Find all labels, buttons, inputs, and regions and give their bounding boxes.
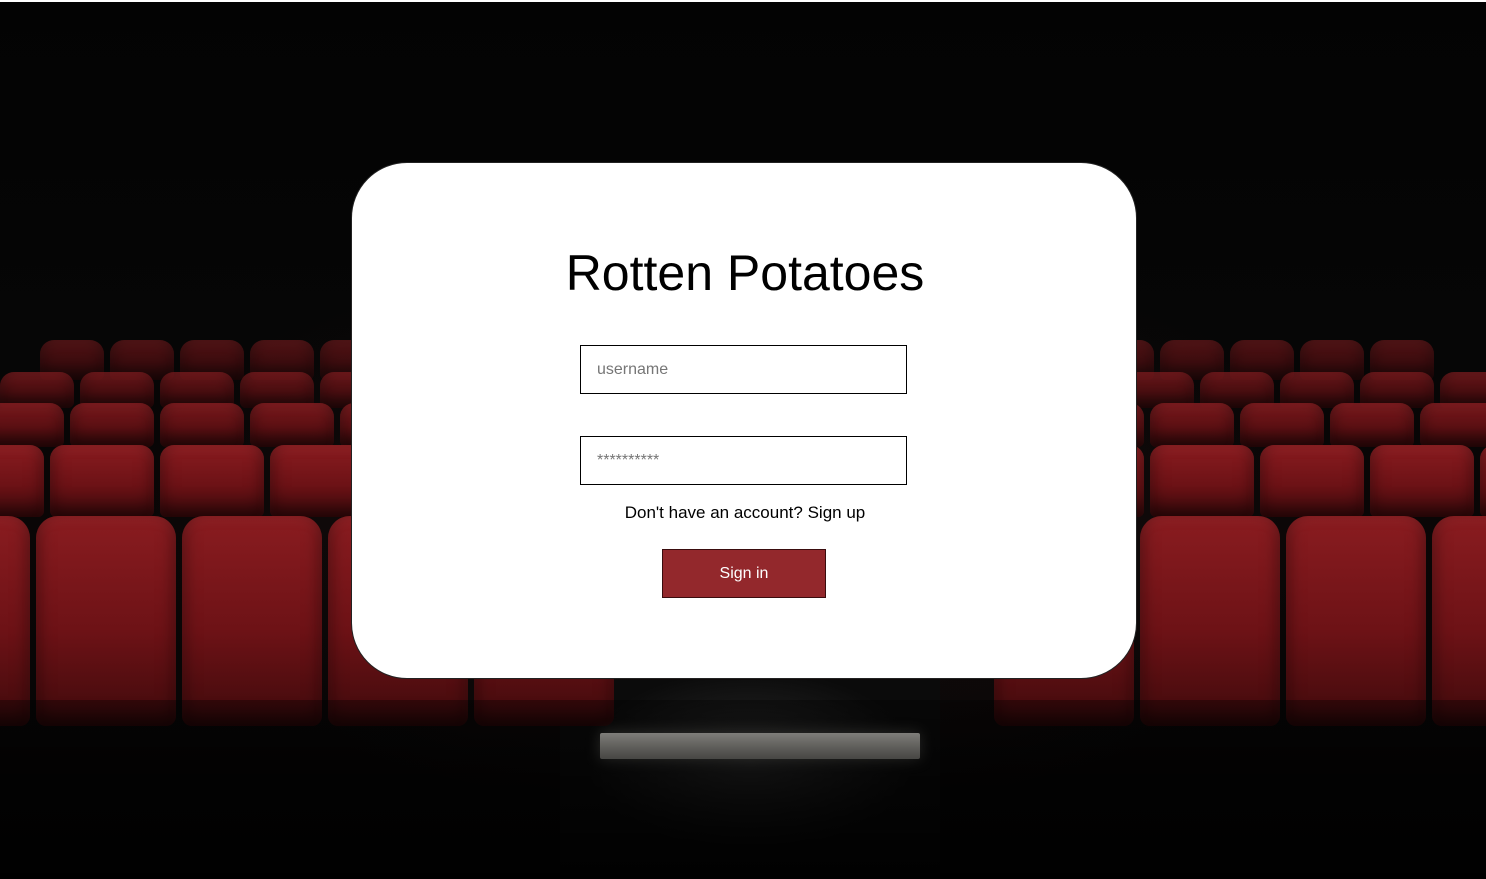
login-page: Rotten Potatoes Don't have an account? S… [0, 0, 1486, 879]
login-card: Rotten Potatoes Don't have an account? S… [351, 162, 1137, 679]
page-title: Rotten Potatoes [565, 245, 925, 301]
top-border [0, 0, 1486, 2]
password-input[interactable] [580, 436, 907, 485]
signup-prompt: Don't have an account? Sign up [352, 503, 1138, 523]
signup-text: Don't have an account? [624, 503, 803, 522]
signup-link[interactable]: Sign up [808, 503, 866, 522]
floor-shadow [0, 700, 1486, 879]
signin-button[interactable]: Sign in [662, 549, 826, 598]
username-input[interactable] [580, 345, 907, 394]
